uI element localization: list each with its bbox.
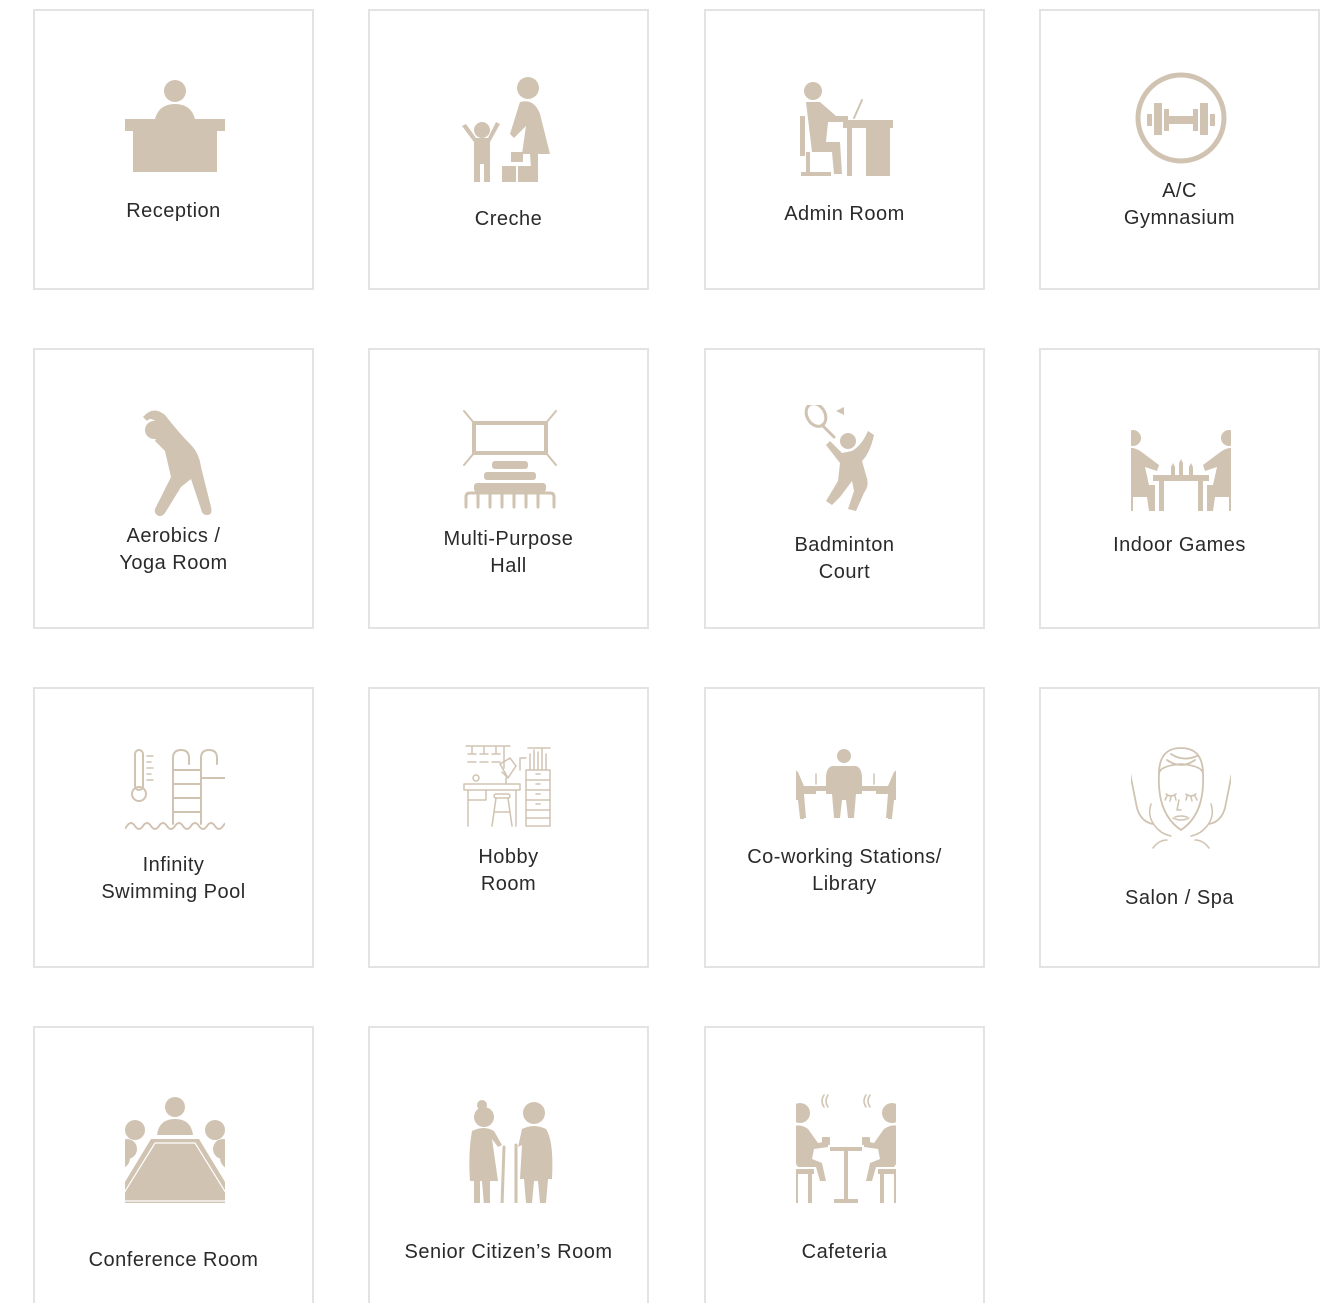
senior-couple-icon xyxy=(469,1100,553,1203)
amenity-card-cafeteria[interactable]: Cafeteria xyxy=(704,1026,985,1303)
conference-table-icon xyxy=(125,1097,225,1203)
amenity-card-reception[interactable]: Reception xyxy=(33,9,314,290)
amenity-label: Hobby Room xyxy=(478,846,539,895)
amenity-label: Senior Citizen’s Room xyxy=(404,1241,613,1263)
pool-ladder-icon xyxy=(125,749,225,830)
amenity-card-gymnasium[interactable]: A/C Gymnasium xyxy=(1039,9,1320,290)
amenity-card-indoor-games[interactable]: Indoor Games xyxy=(1039,348,1320,629)
chess-players-icon xyxy=(1131,430,1231,511)
amenity-label: Co-working Stations/ Library xyxy=(747,846,942,895)
amenity-label: Admin Room xyxy=(784,203,905,225)
amenity-label: Creche xyxy=(474,208,543,230)
admin-desk-icon xyxy=(800,82,893,176)
amenity-label: Reception xyxy=(126,200,221,222)
amenity-label: Indoor Games xyxy=(1113,534,1246,556)
amenity-card-creche[interactable]: Creche xyxy=(368,9,649,290)
amenity-label: Multi-Purpose Hall xyxy=(443,528,574,577)
theatre-hall-icon xyxy=(463,410,557,509)
amenity-label: Conference Room xyxy=(88,1249,259,1271)
dumbbell-icon xyxy=(1135,72,1227,164)
creche-child-play-icon xyxy=(462,77,550,182)
amenity-card-admin-room[interactable]: Admin Room xyxy=(704,9,985,290)
amenity-card-salon-spa[interactable]: Salon / Spa xyxy=(1039,687,1320,968)
amenity-card-badminton-court[interactable]: Badminton Court xyxy=(704,348,985,629)
amenity-card-conference-room[interactable]: Conference Room xyxy=(33,1026,314,1303)
reception-desk-icon xyxy=(125,80,225,172)
amenity-card-senior-citizens-room[interactable]: Senior Citizen’s Room xyxy=(368,1026,649,1303)
amenity-label: Salon / Spa xyxy=(1125,887,1234,909)
amenity-card-hobby-room[interactable]: Hobby Room xyxy=(368,687,649,968)
spa-face-massage-icon xyxy=(1131,747,1231,849)
amenity-label: Infinity Swimming Pool xyxy=(101,854,246,903)
yoga-pose-icon xyxy=(143,410,212,517)
amenity-card-aerobics-yoga[interactable]: Aerobics / Yoga Room xyxy=(33,348,314,629)
amenity-label: A/C Gymnasium xyxy=(1123,180,1236,229)
amenity-card-coworking-library[interactable]: Co-working Stations/ Library xyxy=(704,687,985,968)
amenity-label: Aerobics / Yoga Room xyxy=(119,525,228,574)
amenity-card-swimming-pool[interactable]: Infinity Swimming Pool xyxy=(33,687,314,968)
amenity-card-multipurpose-hall[interactable]: Multi-Purpose Hall xyxy=(368,348,649,629)
amenity-label: Cafeteria xyxy=(801,1241,888,1263)
cafe-table-icon xyxy=(796,1094,896,1203)
amenity-label: Badminton Court xyxy=(794,534,895,583)
badminton-player-icon xyxy=(804,405,874,511)
